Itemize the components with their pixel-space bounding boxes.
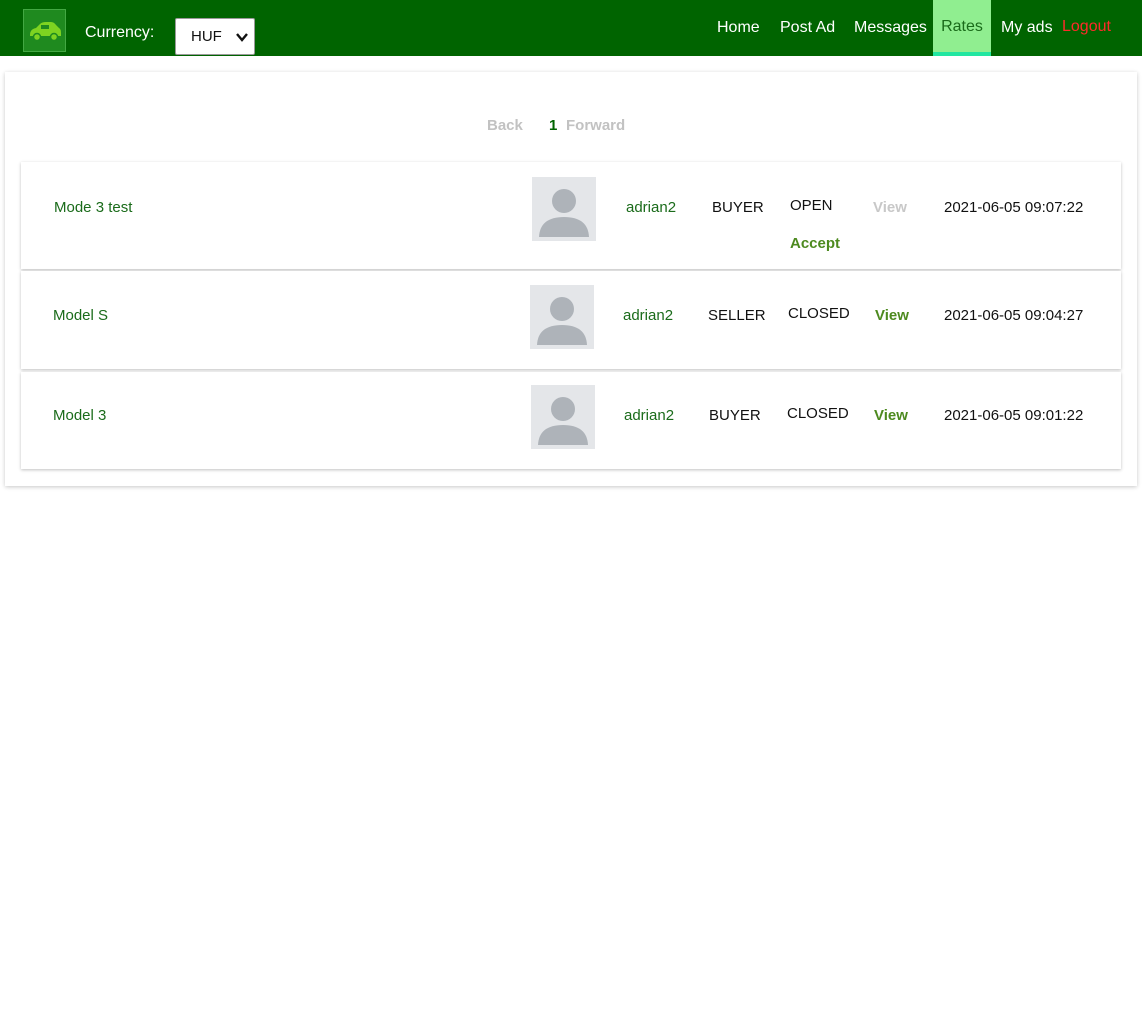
ad-title-link[interactable]: Model 3 — [53, 407, 106, 424]
pager-current-page[interactable]: 1 — [549, 117, 557, 134]
user-placeholder-icon — [538, 397, 588, 445]
view-link[interactable]: View — [875, 307, 909, 324]
pager-back-button[interactable]: Back — [487, 117, 523, 134]
status-label: OPEN — [790, 197, 833, 214]
rate-row: Mode 3 test adrian2 BUYER OPEN Accept Vi… — [21, 162, 1121, 269]
car-icon — [29, 21, 61, 41]
ad-title-link[interactable]: Mode 3 test — [54, 199, 132, 216]
avatar — [530, 285, 594, 349]
username-link[interactable]: adrian2 — [623, 307, 673, 324]
role-label: BUYER — [712, 199, 764, 216]
currency-label: Currency: — [85, 24, 155, 41]
nav-messages[interactable]: Messages — [854, 0, 927, 56]
nav-logout[interactable]: Logout — [1062, 0, 1111, 56]
rate-row: Model S adrian2 SELLER CLOSED View 2021-… — [21, 271, 1121, 369]
user-placeholder-icon — [537, 297, 587, 345]
chevron-down-icon — [236, 33, 248, 42]
ad-title-link[interactable]: Model S — [53, 307, 108, 324]
avatar — [532, 177, 596, 241]
view-link[interactable]: View — [874, 407, 908, 424]
nav-post-ad[interactable]: Post Ad — [780, 0, 835, 56]
nav-my-ads[interactable]: My ads — [1001, 0, 1053, 56]
user-placeholder-icon — [539, 189, 589, 237]
status-label: CLOSED — [788, 305, 850, 322]
username-link[interactable]: adrian2 — [626, 199, 676, 216]
role-label: BUYER — [709, 407, 761, 424]
logo[interactable] — [23, 9, 66, 52]
view-link-disabled: View — [873, 199, 907, 216]
rate-row: Model 3 adrian2 BUYER CLOSED View 2021-0… — [21, 372, 1121, 469]
role-label: SELLER — [708, 307, 766, 324]
nav-rates-active[interactable]: Rates — [933, 0, 991, 56]
currency-selected-value: HUF — [191, 28, 222, 45]
pager-forward-button[interactable]: Forward — [566, 117, 625, 134]
nav-home[interactable]: Home — [717, 0, 760, 56]
top-navbar: Currency: HUF Home Post Ad Messages Rate… — [0, 0, 1142, 56]
rate-date: 2021-06-05 09:07:22 — [944, 199, 1084, 216]
status-label: CLOSED — [787, 405, 849, 422]
avatar — [531, 385, 595, 449]
rate-date: 2021-06-05 09:01:22 — [944, 407, 1084, 424]
rate-date: 2021-06-05 09:04:27 — [944, 307, 1084, 324]
username-link[interactable]: adrian2 — [624, 407, 674, 424]
accept-button[interactable]: Accept — [790, 235, 840, 252]
currency-select[interactable]: HUF — [175, 18, 255, 55]
